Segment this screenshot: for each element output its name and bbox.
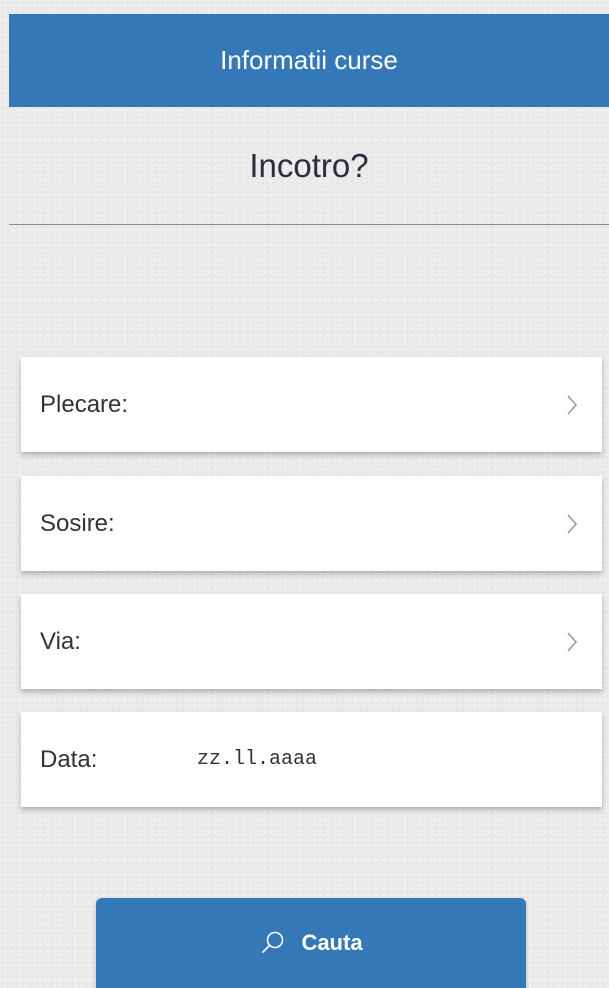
date-label: Data:	[40, 745, 98, 773]
departure-label: Plecare:	[40, 390, 129, 418]
search-button-label: Cauta	[301, 930, 363, 955]
chevron-right-icon	[566, 513, 578, 535]
via-field[interactable]: Via:	[21, 594, 602, 689]
page-question: Incotro?	[249, 147, 369, 184]
arrival-label: Sosire:	[40, 509, 115, 537]
departure-field[interactable]: Plecare:	[21, 357, 602, 452]
chevron-right-icon	[566, 631, 578, 653]
date-input[interactable]	[197, 748, 437, 771]
search-button[interactable]: Cauta	[96, 898, 526, 988]
header-title: Informatii curse	[220, 45, 398, 75]
arrival-field[interactable]: Sosire:	[21, 476, 602, 571]
divider	[9, 224, 609, 225]
chevron-right-icon	[566, 394, 578, 416]
app-header: Informatii curse	[9, 14, 609, 107]
date-row: Data:	[21, 712, 602, 807]
via-label: Via:	[40, 627, 81, 655]
search-icon	[259, 929, 287, 957]
